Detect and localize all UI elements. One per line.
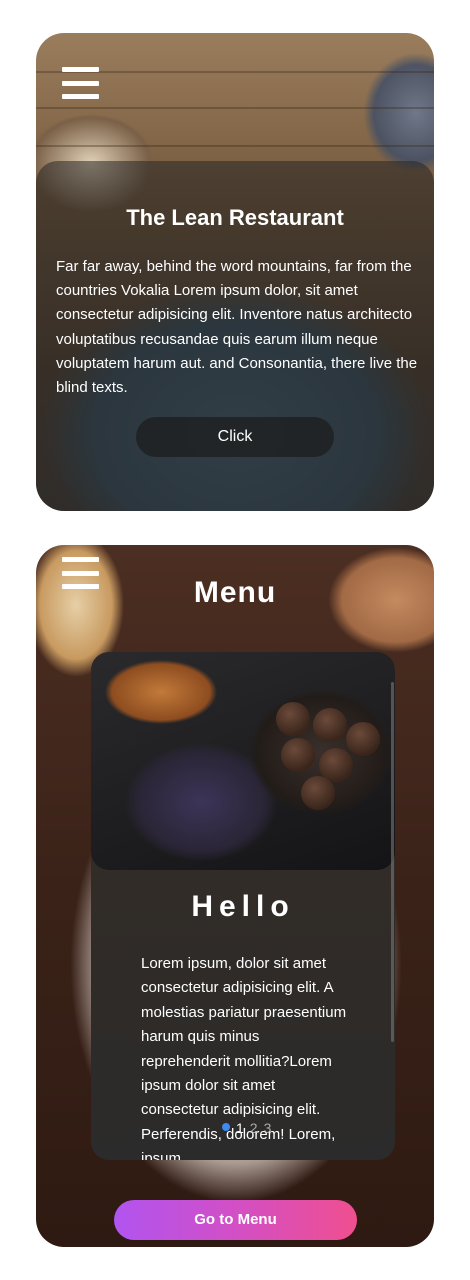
hamburger-menu-icon[interactable] [62,67,99,99]
page-2[interactable]: 2 [250,1120,258,1136]
truffle [313,708,347,742]
menu-bar [62,557,99,562]
truffle [276,702,310,736]
hero-description: Far far away, behind the word mountains,… [56,258,418,397]
menu-bar [62,570,99,576]
hero-click-button[interactable]: Click [136,417,334,457]
truffle [301,776,335,810]
hero-card: The Lean Restaurant Far far away, behind… [36,33,434,511]
slide-pagination: 1 2 3 [222,1120,271,1136]
slide-scrollbar[interactable] [391,682,394,1042]
hero-title: The Lean Restaurant [126,205,344,230]
truffle [281,738,315,772]
dessert-photo [91,652,395,870]
page-3[interactable]: 3 [264,1120,272,1136]
menu-bar [62,80,99,86]
truffle [346,722,380,756]
menu-slide-card[interactable]: Hello Lorem ipsum, dolor sit amet consec… [91,652,395,1160]
wood-grain [36,145,434,147]
slide-heading: Hello [191,890,295,923]
menu-bar [62,94,99,99]
wood-grain [36,107,434,109]
menu-title: Menu [193,576,277,609]
menu-bar [62,67,99,72]
menu-card: Menu Hello Lorem ipsum, dolor sit amet c… [36,545,434,1247]
go-to-menu-button[interactable]: Go to Menu [114,1200,357,1240]
active-page-dot [222,1123,230,1131]
page-1[interactable]: 1 [236,1120,244,1136]
